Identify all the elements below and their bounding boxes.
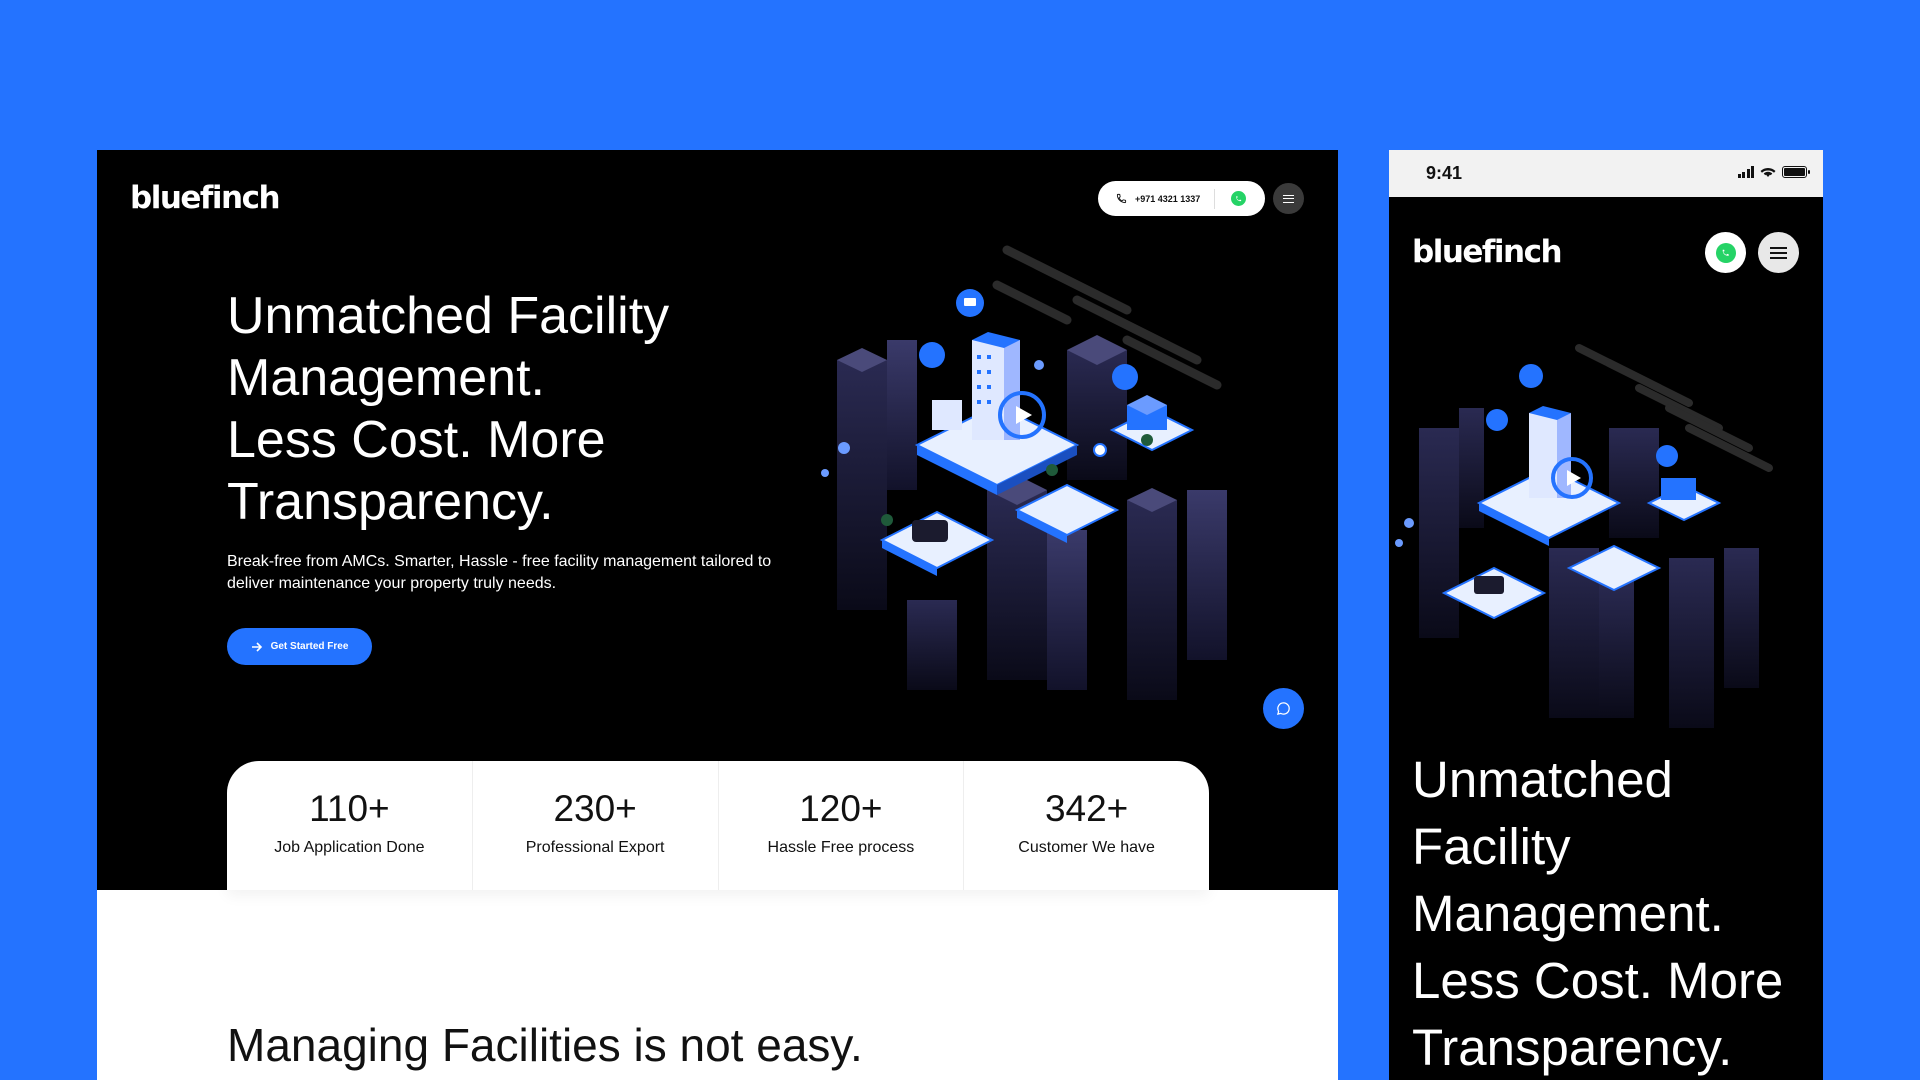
stat-item: 342+ Customer We have xyxy=(964,761,1209,890)
status-time: 9:41 xyxy=(1426,163,1463,183)
headline-line: Less Cost. More xyxy=(1412,952,1784,1009)
stat-label: Professional Export xyxy=(525,839,665,856)
menu-button[interactable] xyxy=(1758,232,1799,273)
headline-line: Unmatched Facility xyxy=(227,287,670,345)
menu-icon xyxy=(1283,194,1294,203)
wifi-icon xyxy=(1760,168,1776,177)
phone-contact-pill[interactable]: +971 4321 1337 xyxy=(1098,181,1265,216)
chat-icon xyxy=(1276,702,1290,716)
headline-line: Management. xyxy=(1412,885,1724,942)
arrow-right-icon xyxy=(251,641,262,652)
divider xyxy=(1214,188,1216,209)
isometric-city-illustration xyxy=(1395,344,1773,728)
headline-line: Management. xyxy=(227,349,545,407)
phone-icon xyxy=(1116,193,1127,204)
status-bar: 9:41 xyxy=(1389,150,1823,197)
logo[interactable]: bluefinch xyxy=(130,180,281,216)
hero-subheadline: Break-free from AMCs. Smarter, Hassle - … xyxy=(227,553,772,592)
stats-card: 110+ Job Application Done 230+ Professio… xyxy=(227,761,1209,890)
stat-label: Customer We have xyxy=(1018,839,1155,856)
stat-item: 120+ Hassle Free process xyxy=(719,761,965,890)
mobile-mockup: 9:41 bluefinch Unmatched Facility Manage… xyxy=(1389,150,1823,1080)
battery-icon xyxy=(1782,166,1810,178)
headline-line: Transparency. xyxy=(1412,1019,1733,1076)
signal-icon xyxy=(1737,166,1754,178)
stat-value: 342+ xyxy=(1044,788,1129,829)
stat-value: 120+ xyxy=(799,788,883,829)
desktop-mockup: bluefinch +971 4321 1337 Unmatched Facil… xyxy=(97,150,1338,1080)
hero-headline: Unmatched Facility Management. Less Cost… xyxy=(227,285,767,533)
stat-label: Job Application Done xyxy=(274,839,425,856)
whatsapp-icon xyxy=(1715,242,1736,263)
menu-button[interactable] xyxy=(1273,183,1304,214)
logo[interactable]: bluefinch xyxy=(1412,234,1563,270)
phone-number[interactable]: +971 4321 1337 xyxy=(1135,194,1200,204)
stat-value: 230+ xyxy=(553,788,637,829)
headline-line: Transparency. xyxy=(227,473,554,531)
headline-line: Unmatched xyxy=(1412,751,1673,808)
whatsapp-button[interactable] xyxy=(1705,232,1746,273)
stat-label: Hassle Free process xyxy=(767,839,915,856)
menu-icon xyxy=(1770,246,1787,259)
get-started-label: Get Started Free xyxy=(270,641,349,652)
get-started-button[interactable]: Get Started Free xyxy=(227,628,372,665)
stat-item: 110+ Job Application Done xyxy=(227,761,473,890)
stat-item: 230+ Professional Export xyxy=(473,761,719,890)
isometric-city-illustration xyxy=(821,245,1227,700)
status-icons xyxy=(1737,166,1810,178)
section-title: Managing Facilities is not easy. xyxy=(227,1019,863,1071)
whatsapp-icon[interactable] xyxy=(1231,191,1247,206)
headline-line: Less Cost. More xyxy=(227,411,606,469)
headline-line: Facility xyxy=(1412,818,1571,875)
hero-headline: Unmatched Facility Management. Less Cost… xyxy=(1412,746,1812,1080)
stat-value: 110+ xyxy=(309,788,390,829)
chat-button[interactable] xyxy=(1263,688,1304,729)
